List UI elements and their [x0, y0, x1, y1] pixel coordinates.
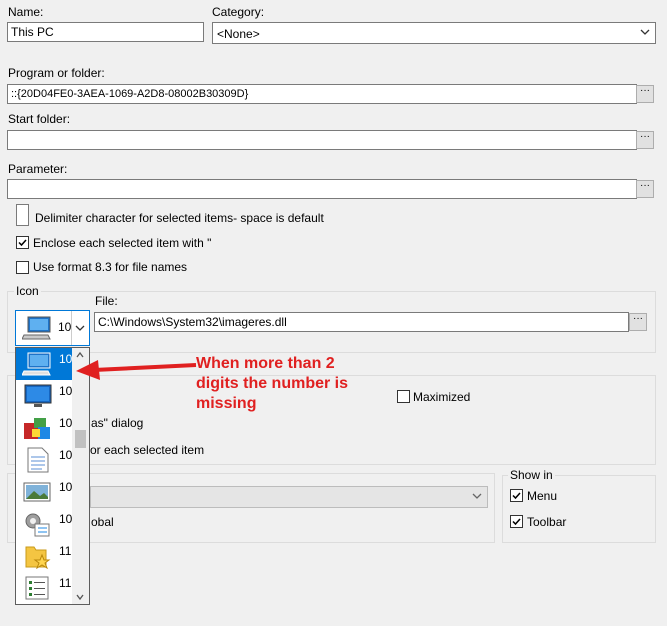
- parameter-input[interactable]: [7, 179, 637, 199]
- maximized-label: Maximized: [413, 390, 471, 404]
- category-label: Category:: [212, 5, 265, 19]
- checkmark-icon: [18, 239, 27, 247]
- icon-select[interactable]: 10: [15, 310, 90, 346]
- chevron-down-icon: [640, 29, 650, 35]
- chevron-down-icon[interactable]: [75, 592, 85, 602]
- menu-checkbox[interactable]: [510, 489, 523, 502]
- enclose-label: Enclose each selected item with ": [33, 236, 212, 250]
- maximized-checkbox[interactable]: [397, 390, 410, 403]
- checkmark-icon: [512, 518, 521, 526]
- list-item[interactable]: 11: [16, 540, 74, 572]
- list-item[interactable]: 11: [16, 572, 74, 604]
- list-item-number: 10: [59, 416, 73, 430]
- scope-select[interactable]: [90, 486, 488, 508]
- chevron-down-icon: [75, 325, 85, 331]
- scrollbar-thumb[interactable]: [75, 430, 86, 448]
- picture-icon: [23, 482, 51, 502]
- program-input[interactable]: ::{20D04FE0-3AEA-1069-A2D8-08002B30309D}: [7, 84, 637, 104]
- name-label: Name:: [8, 5, 44, 19]
- icon-dropdown-list[interactable]: 10 10 10 10 10 10 11 11: [15, 347, 90, 605]
- annotation-arrow-icon: [76, 360, 197, 380]
- settings-icon: [25, 513, 50, 537]
- start-folder-label: Start folder:: [8, 112, 71, 126]
- list-item[interactable]: 10: [16, 380, 74, 412]
- each-item-label: or each selected item: [90, 443, 205, 457]
- list-item[interactable]: 10: [16, 476, 74, 508]
- list-item[interactable]: 10: [16, 348, 74, 380]
- folder-star-icon: [25, 546, 51, 569]
- format83-label: Use format 8.3 for file names: [33, 260, 188, 274]
- category-value: <None>: [217, 27, 260, 41]
- browse-parameter-button[interactable]: ···: [636, 180, 654, 198]
- enclose-checkbox[interactable]: [16, 236, 29, 249]
- show-in-label: Show in: [508, 468, 555, 482]
- delimiter-input[interactable]: [16, 204, 29, 226]
- list-item-number: 10: [59, 480, 73, 494]
- toolbar-label: Toolbar: [527, 515, 567, 529]
- list-icon: [25, 576, 49, 600]
- document-icon: [27, 447, 49, 473]
- category-select[interactable]: <None>: [212, 22, 656, 44]
- list-item[interactable]: 10: [16, 508, 74, 540]
- list-item-number: 10: [59, 448, 73, 462]
- name-input[interactable]: This PC: [7, 22, 204, 42]
- list-item-number: 10: [59, 384, 73, 398]
- checkmark-icon: [512, 492, 521, 500]
- parameter-label: Parameter:: [8, 162, 68, 176]
- list-item-number: 10: [59, 512, 73, 526]
- list-item-number: 11: [59, 544, 72, 558]
- annotation-note: When more than 2 digits the number is mi…: [196, 355, 349, 412]
- computer-icon: [22, 352, 51, 376]
- browse-program-button[interactable]: ···: [636, 85, 654, 103]
- browse-icon-file-button[interactable]: ···: [629, 313, 647, 331]
- dropdown-scrollbar[interactable]: [72, 348, 89, 604]
- delimiter-label: Delimiter character for selected items- …: [35, 211, 324, 225]
- icon-select-value: 10: [58, 320, 72, 334]
- icon-file-input[interactable]: C:\Windows\System32\imageres.dll: [94, 312, 629, 332]
- list-item-number: 11: [59, 576, 72, 590]
- start-folder-input[interactable]: [7, 130, 637, 150]
- as-dialog-label: as" dialog: [91, 416, 144, 430]
- list-item[interactable]: 10: [16, 444, 74, 476]
- format83-checkbox[interactable]: [16, 261, 29, 274]
- installer-icon: [24, 418, 50, 439]
- computer-icon: [22, 316, 51, 340]
- file-label: File:: [95, 294, 118, 308]
- show-in-group: [502, 475, 656, 543]
- icon-select-toggle[interactable]: [71, 311, 89, 345]
- menu-label: Menu: [527, 489, 558, 503]
- icon-group-label: Icon: [14, 284, 41, 298]
- program-label: Program or folder:: [8, 66, 105, 80]
- monitor-icon: [24, 384, 52, 407]
- toolbar-checkbox[interactable]: [510, 515, 523, 528]
- global-label: obal: [91, 515, 114, 529]
- list-item[interactable]: 10: [16, 412, 74, 444]
- browse-start-folder-button[interactable]: ···: [636, 131, 654, 149]
- chevron-down-icon: [472, 493, 482, 499]
